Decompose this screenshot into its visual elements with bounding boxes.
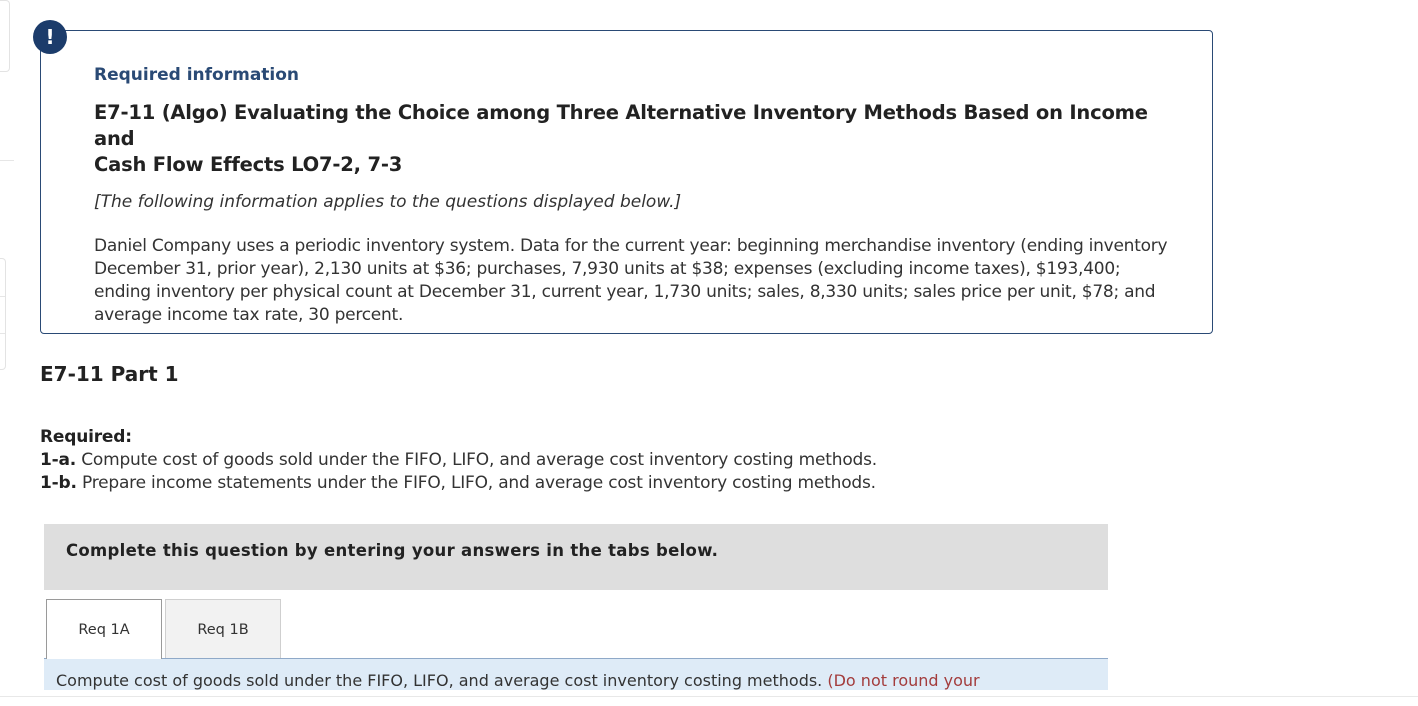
applies-note: [The following information applies to th… — [94, 192, 682, 212]
edge-panel-top — [0, 0, 10, 72]
exclamation-icon: ! — [33, 20, 67, 54]
edge-divider — [0, 296, 5, 297]
tab-req-1a[interactable]: Req 1A — [46, 599, 162, 659]
problem-description: Daniel Company uses a periodic inventory… — [94, 236, 1168, 325]
edge-divider — [0, 333, 5, 334]
required-information-heading: Required information — [94, 65, 300, 85]
required-information-box: Required information E7-11 (Algo) Evalua… — [40, 30, 1213, 334]
instruction-main: Compute cost of goods sold under the FIF… — [56, 671, 823, 690]
bottom-divider — [0, 696, 1418, 697]
required-item: 1-b. Prepare income statements under the… — [40, 472, 877, 495]
required-item-key: 1-a. — [40, 450, 77, 470]
required-item-text: Compute cost of goods sold under the FIF… — [81, 450, 877, 470]
problem-title-line: Cash Flow Effects LO7-2, 7-3 — [94, 153, 403, 176]
tab-label: Req 1A — [78, 621, 130, 638]
problem-title: E7-11 (Algo) Evaluating the Choice among… — [94, 100, 1174, 178]
required-item-text: Prepare income statements under the FIFO… — [81, 473, 876, 493]
edge-panel-middle — [0, 258, 6, 370]
required-information-content: Required information E7-11 (Algo) Evalua… — [94, 64, 1174, 327]
instruction-text: Compute cost of goods sold under the FIF… — [56, 671, 980, 690]
edge-divider — [0, 160, 14, 161]
problem-title-line: E7-11 (Algo) Evaluating the Choice among… — [94, 101, 1148, 150]
complete-question-panel: Complete this question by entering your … — [44, 524, 1108, 590]
part-title: E7-11 Part 1 — [40, 362, 179, 386]
required-item: 1-a. Compute cost of goods sold under th… — [40, 449, 877, 472]
instruction-note: (Do not round your — [827, 671, 980, 690]
instruction-bar: Compute cost of goods sold under the FIF… — [44, 658, 1108, 690]
required-label: Required: — [40, 427, 132, 447]
tab-label: Req 1B — [197, 621, 249, 638]
required-section: Required: 1-a. Compute cost of goods sol… — [40, 426, 877, 495]
required-item-key: 1-b. — [40, 473, 77, 493]
page: ! Required information E7-11 (Algo) Eval… — [0, 0, 1418, 706]
tab-req-1b[interactable]: Req 1B — [165, 599, 281, 659]
complete-question-text: Complete this question by entering your … — [66, 541, 719, 560]
